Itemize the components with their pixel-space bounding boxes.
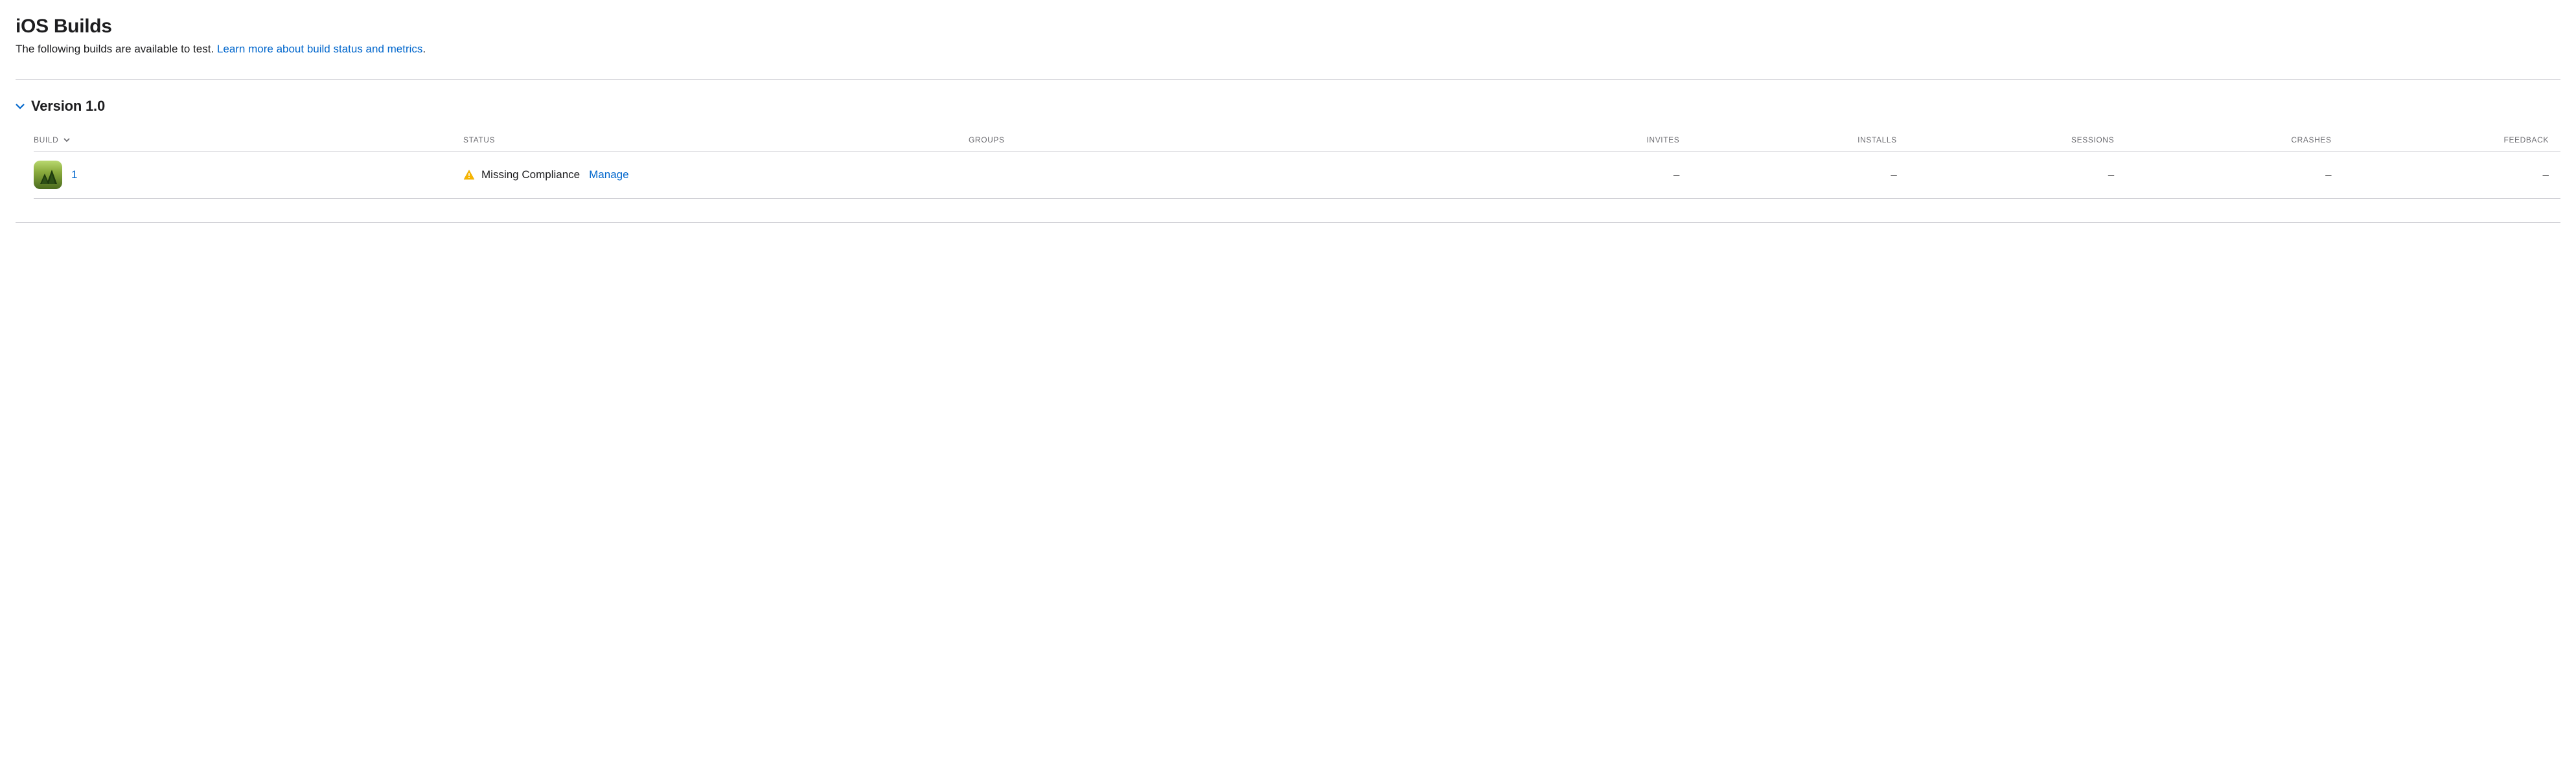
cell-feedback: – [2343, 152, 2560, 199]
column-groups: GROUPS [969, 129, 1474, 152]
page-description: The following builds are available to te… [16, 43, 2560, 56]
warning-icon [463, 169, 475, 181]
cell-invites: – [1474, 152, 1691, 199]
page-title: iOS Builds [16, 16, 2560, 38]
cell-status: Missing Compliance Manage [463, 152, 969, 199]
cell-sessions: – [1909, 152, 2126, 199]
manage-link[interactable]: Manage [589, 168, 628, 181]
column-feedback: FEEDBACK [2343, 129, 2560, 152]
cell-build: 1 [34, 152, 463, 199]
build-number-link[interactable]: 1 [71, 168, 77, 181]
description-prefix: The following builds are available to te… [16, 43, 217, 55]
column-installs: INSTALLS [1691, 129, 1908, 152]
column-invites: INVITES [1474, 129, 1691, 152]
status-text: Missing Compliance [481, 168, 580, 181]
column-crashes: CRASHES [2126, 129, 2343, 152]
description-suffix: . [422, 43, 426, 55]
column-build[interactable]: BUILD [34, 129, 463, 152]
chevron-down-icon [63, 137, 70, 142]
app-icon [34, 161, 62, 189]
chevron-down-icon [16, 102, 25, 111]
version-header[interactable]: Version 1.0 [16, 98, 2560, 115]
cell-crashes: – [2126, 152, 2343, 199]
column-sessions: SESSIONS [1909, 129, 2126, 152]
bottom-divider [16, 222, 2560, 223]
version-title: Version 1.0 [31, 98, 105, 115]
builds-table: BUILD STATUS GROUPS INVITES INSTALLS SES… [34, 129, 2560, 199]
column-build-label: BUILD [34, 135, 58, 144]
section-divider [16, 79, 2560, 80]
learn-more-link[interactable]: Learn more about build status and metric… [217, 43, 423, 55]
cell-installs: – [1691, 152, 1908, 199]
column-status: STATUS [463, 129, 969, 152]
table-header-row: BUILD STATUS GROUPS INVITES INSTALLS SES… [34, 129, 2560, 152]
table-row: 1 Missing Compliance Manage [34, 152, 2560, 199]
cell-groups [969, 152, 1474, 199]
